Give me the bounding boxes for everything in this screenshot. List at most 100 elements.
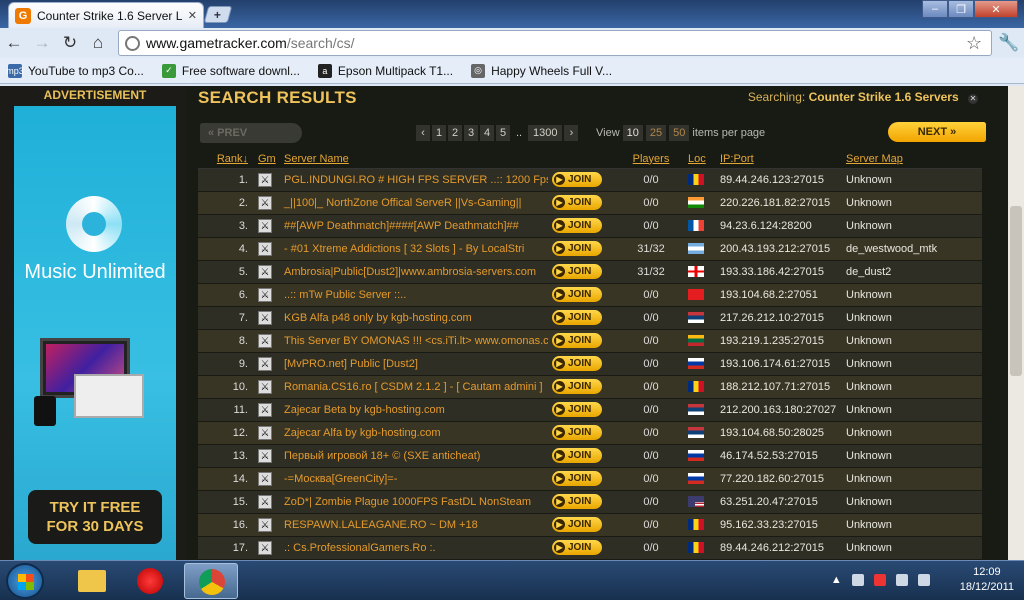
tab-active[interactable]: G Counter Strike 1.6 Server Lis ✕ — [8, 2, 204, 28]
maximize-button[interactable]: ❐ — [948, 0, 974, 18]
ip-port-link[interactable]: 200.43.193.212:27015 — [716, 237, 842, 261]
server-name-link[interactable]: .: Cs.ProfessionalGamers.Ro :. — [280, 536, 548, 560]
server-name-link[interactable]: KGB Alfa p48 only by kgb-hosting.com — [280, 306, 548, 330]
clear-search-icon[interactable]: ✕ — [968, 94, 978, 104]
volume-icon[interactable] — [917, 574, 930, 586]
join-button[interactable]: ▶ JOIN — [552, 379, 602, 394]
join-button[interactable]: ▶ JOIN — [552, 218, 602, 233]
col-players[interactable]: Players — [614, 150, 684, 169]
cs-game-icon[interactable]: ⚔ — [258, 425, 272, 440]
join-button[interactable]: ▶ JOIN — [552, 517, 602, 532]
cs-game-icon[interactable]: ⚔ — [258, 379, 272, 394]
prev-button[interactable]: « PREV — [200, 123, 302, 143]
bookmark-item[interactable]: ◎ Happy Wheels Full V... — [471, 63, 612, 78]
chrome-taskbar-icon[interactable] — [184, 563, 238, 599]
explorer-taskbar-icon[interactable] — [64, 563, 118, 599]
page-scrollbar[interactable] — [1008, 86, 1024, 560]
join-button[interactable]: ▶ JOIN — [552, 287, 602, 302]
network-icon[interactable] — [895, 574, 908, 586]
start-button[interactable] — [6, 563, 44, 599]
cs-game-icon[interactable]: ⚔ — [258, 333, 272, 348]
server-name-link[interactable]: PGL.INDUNGI.RO # HIGH FPS SERVER ..:: 12… — [280, 168, 548, 192]
page-link[interactable]: 5 — [496, 125, 510, 141]
flag-rs-icon[interactable] — [688, 427, 704, 438]
server-name-link[interactable]: Romania.CS16.ro [ CSDM 2.1.2 ] - [ Cauta… — [280, 375, 548, 399]
page-link[interactable]: 4 — [480, 125, 494, 141]
cs-game-icon[interactable]: ⚔ — [258, 448, 272, 463]
flag-ar-icon[interactable] — [688, 243, 704, 254]
cs-game-icon[interactable]: ⚔ — [258, 517, 272, 532]
flag-ro-icon[interactable] — [688, 381, 704, 392]
server-name-link[interactable]: [MvPRO.net] Public [Dust2] — [280, 352, 548, 376]
join-button[interactable]: ▶ JOIN — [552, 310, 602, 325]
col-gm[interactable]: Gm — [254, 150, 280, 169]
new-tab-button[interactable]: + — [203, 6, 233, 23]
flag-ge-icon[interactable] — [688, 266, 704, 277]
join-button[interactable]: ▶ JOIN — [552, 425, 602, 440]
ip-port-link[interactable]: 46.174.52.53:27015 — [716, 444, 842, 468]
recorder-taskbar-icon[interactable] — [124, 563, 178, 599]
join-button[interactable]: ▶ JOIN — [552, 356, 602, 371]
flag-rs-icon[interactable] — [688, 312, 704, 323]
server-name-link[interactable]: Zajecar Beta by kgb-hosting.com — [280, 398, 548, 422]
home-button[interactable]: ⌂ — [84, 29, 112, 57]
clock[interactable]: 12:09 18/12/2011 — [960, 565, 1014, 595]
page-link[interactable]: 3 — [464, 125, 478, 141]
tab-close-icon[interactable]: ✕ — [188, 9, 197, 22]
ip-port-link[interactable]: 193.219.1.235:27015 — [716, 329, 842, 353]
cs-game-icon[interactable]: ⚔ — [258, 356, 272, 371]
ip-port-link[interactable]: 95.162.33.23:27015 — [716, 513, 842, 537]
join-button[interactable]: ▶ JOIN — [552, 264, 602, 279]
page-link[interactable]: 1300 — [528, 125, 563, 141]
page-link[interactable]: ‹ — [416, 125, 430, 141]
page-link[interactable]: 2 — [448, 125, 462, 141]
join-button[interactable]: ▶ JOIN — [552, 471, 602, 486]
flag-ro-icon[interactable] — [688, 519, 704, 530]
flag-fr-icon[interactable] — [688, 220, 704, 231]
cs-game-icon[interactable]: ⚔ — [258, 264, 272, 279]
ip-port-link[interactable]: 193.104.68.50:28025 — [716, 421, 842, 445]
join-button[interactable]: ▶ JOIN — [552, 241, 602, 256]
flag-rs-icon[interactable] — [688, 404, 704, 415]
server-name-link[interactable]: -=Москва[GreenCity]=- — [280, 467, 548, 491]
action-center-icon[interactable] — [873, 574, 886, 586]
try-free-button[interactable]: TRY IT FREE FOR 30 DAYS — [28, 490, 162, 544]
server-name-link[interactable]: - #01 Xtreme Addictions [ 32 Slots ] - B… — [280, 237, 548, 261]
server-name-link[interactable]: Первый игровой 18+ © (SXE anticheat) — [280, 444, 548, 468]
bookmark-star-icon[interactable]: ☆ — [966, 33, 982, 54]
col-server-name[interactable]: Server Name — [280, 150, 548, 169]
flag-us-icon[interactable] — [688, 496, 704, 507]
ip-port-link[interactable]: 193.104.68.2:27051 — [716, 283, 842, 307]
join-button[interactable]: ▶ JOIN — [552, 494, 602, 509]
ip-port-link[interactable]: 220.226.181.82:27015 — [716, 191, 842, 215]
page-link[interactable]: 1 — [432, 125, 446, 141]
ip-port-link[interactable]: 212.200.163.180:27027 — [716, 398, 842, 422]
server-name-link[interactable]: Zajecar Alfa by kgb-hosting.com — [280, 421, 548, 445]
minimize-button[interactable]: ‒ — [922, 0, 948, 18]
flag-al-icon[interactable] — [688, 289, 704, 300]
cs-game-icon[interactable]: ⚔ — [258, 402, 272, 417]
cs-game-icon[interactable]: ⚔ — [258, 494, 272, 509]
ip-port-link[interactable]: 193.33.186.42:27015 — [716, 260, 842, 284]
cs-game-icon[interactable]: ⚔ — [258, 310, 272, 325]
cs-game-icon[interactable]: ⚔ — [258, 241, 272, 256]
forward-button[interactable]: → — [28, 29, 56, 57]
cs-game-icon[interactable]: ⚔ — [258, 172, 272, 187]
col-ip[interactable]: IP:Port — [716, 150, 842, 169]
join-button[interactable]: ▶ JOIN — [552, 172, 602, 187]
join-button[interactable]: ▶ JOIN — [552, 402, 602, 417]
wrench-menu-icon[interactable]: 🔧 — [998, 33, 1019, 53]
cs-game-icon[interactable]: ⚔ — [258, 287, 272, 302]
col-loc[interactable]: Loc — [684, 150, 716, 169]
flag-ru-icon[interactable] — [688, 450, 704, 461]
back-button[interactable]: ← — [0, 29, 28, 57]
reload-button[interactable]: ↻ — [56, 29, 84, 57]
flag-lt-icon[interactable] — [688, 335, 704, 346]
server-name-link[interactable]: Ambrosia|Public[Dust2]|www.ambrosia-serv… — [280, 260, 548, 284]
tray-app-icon[interactable] — [851, 574, 864, 586]
server-name-link[interactable]: ZoD*| Zombie Plague 1000FPS FastDL NonSt… — [280, 490, 548, 514]
view-option[interactable]: 25 — [645, 125, 667, 141]
next-button[interactable]: NEXT » — [888, 122, 986, 142]
server-name-link[interactable]: ##[AWP Deathmatch]####[AWP Deathmatch]## — [280, 214, 548, 238]
cs-game-icon[interactable]: ⚔ — [258, 195, 272, 210]
